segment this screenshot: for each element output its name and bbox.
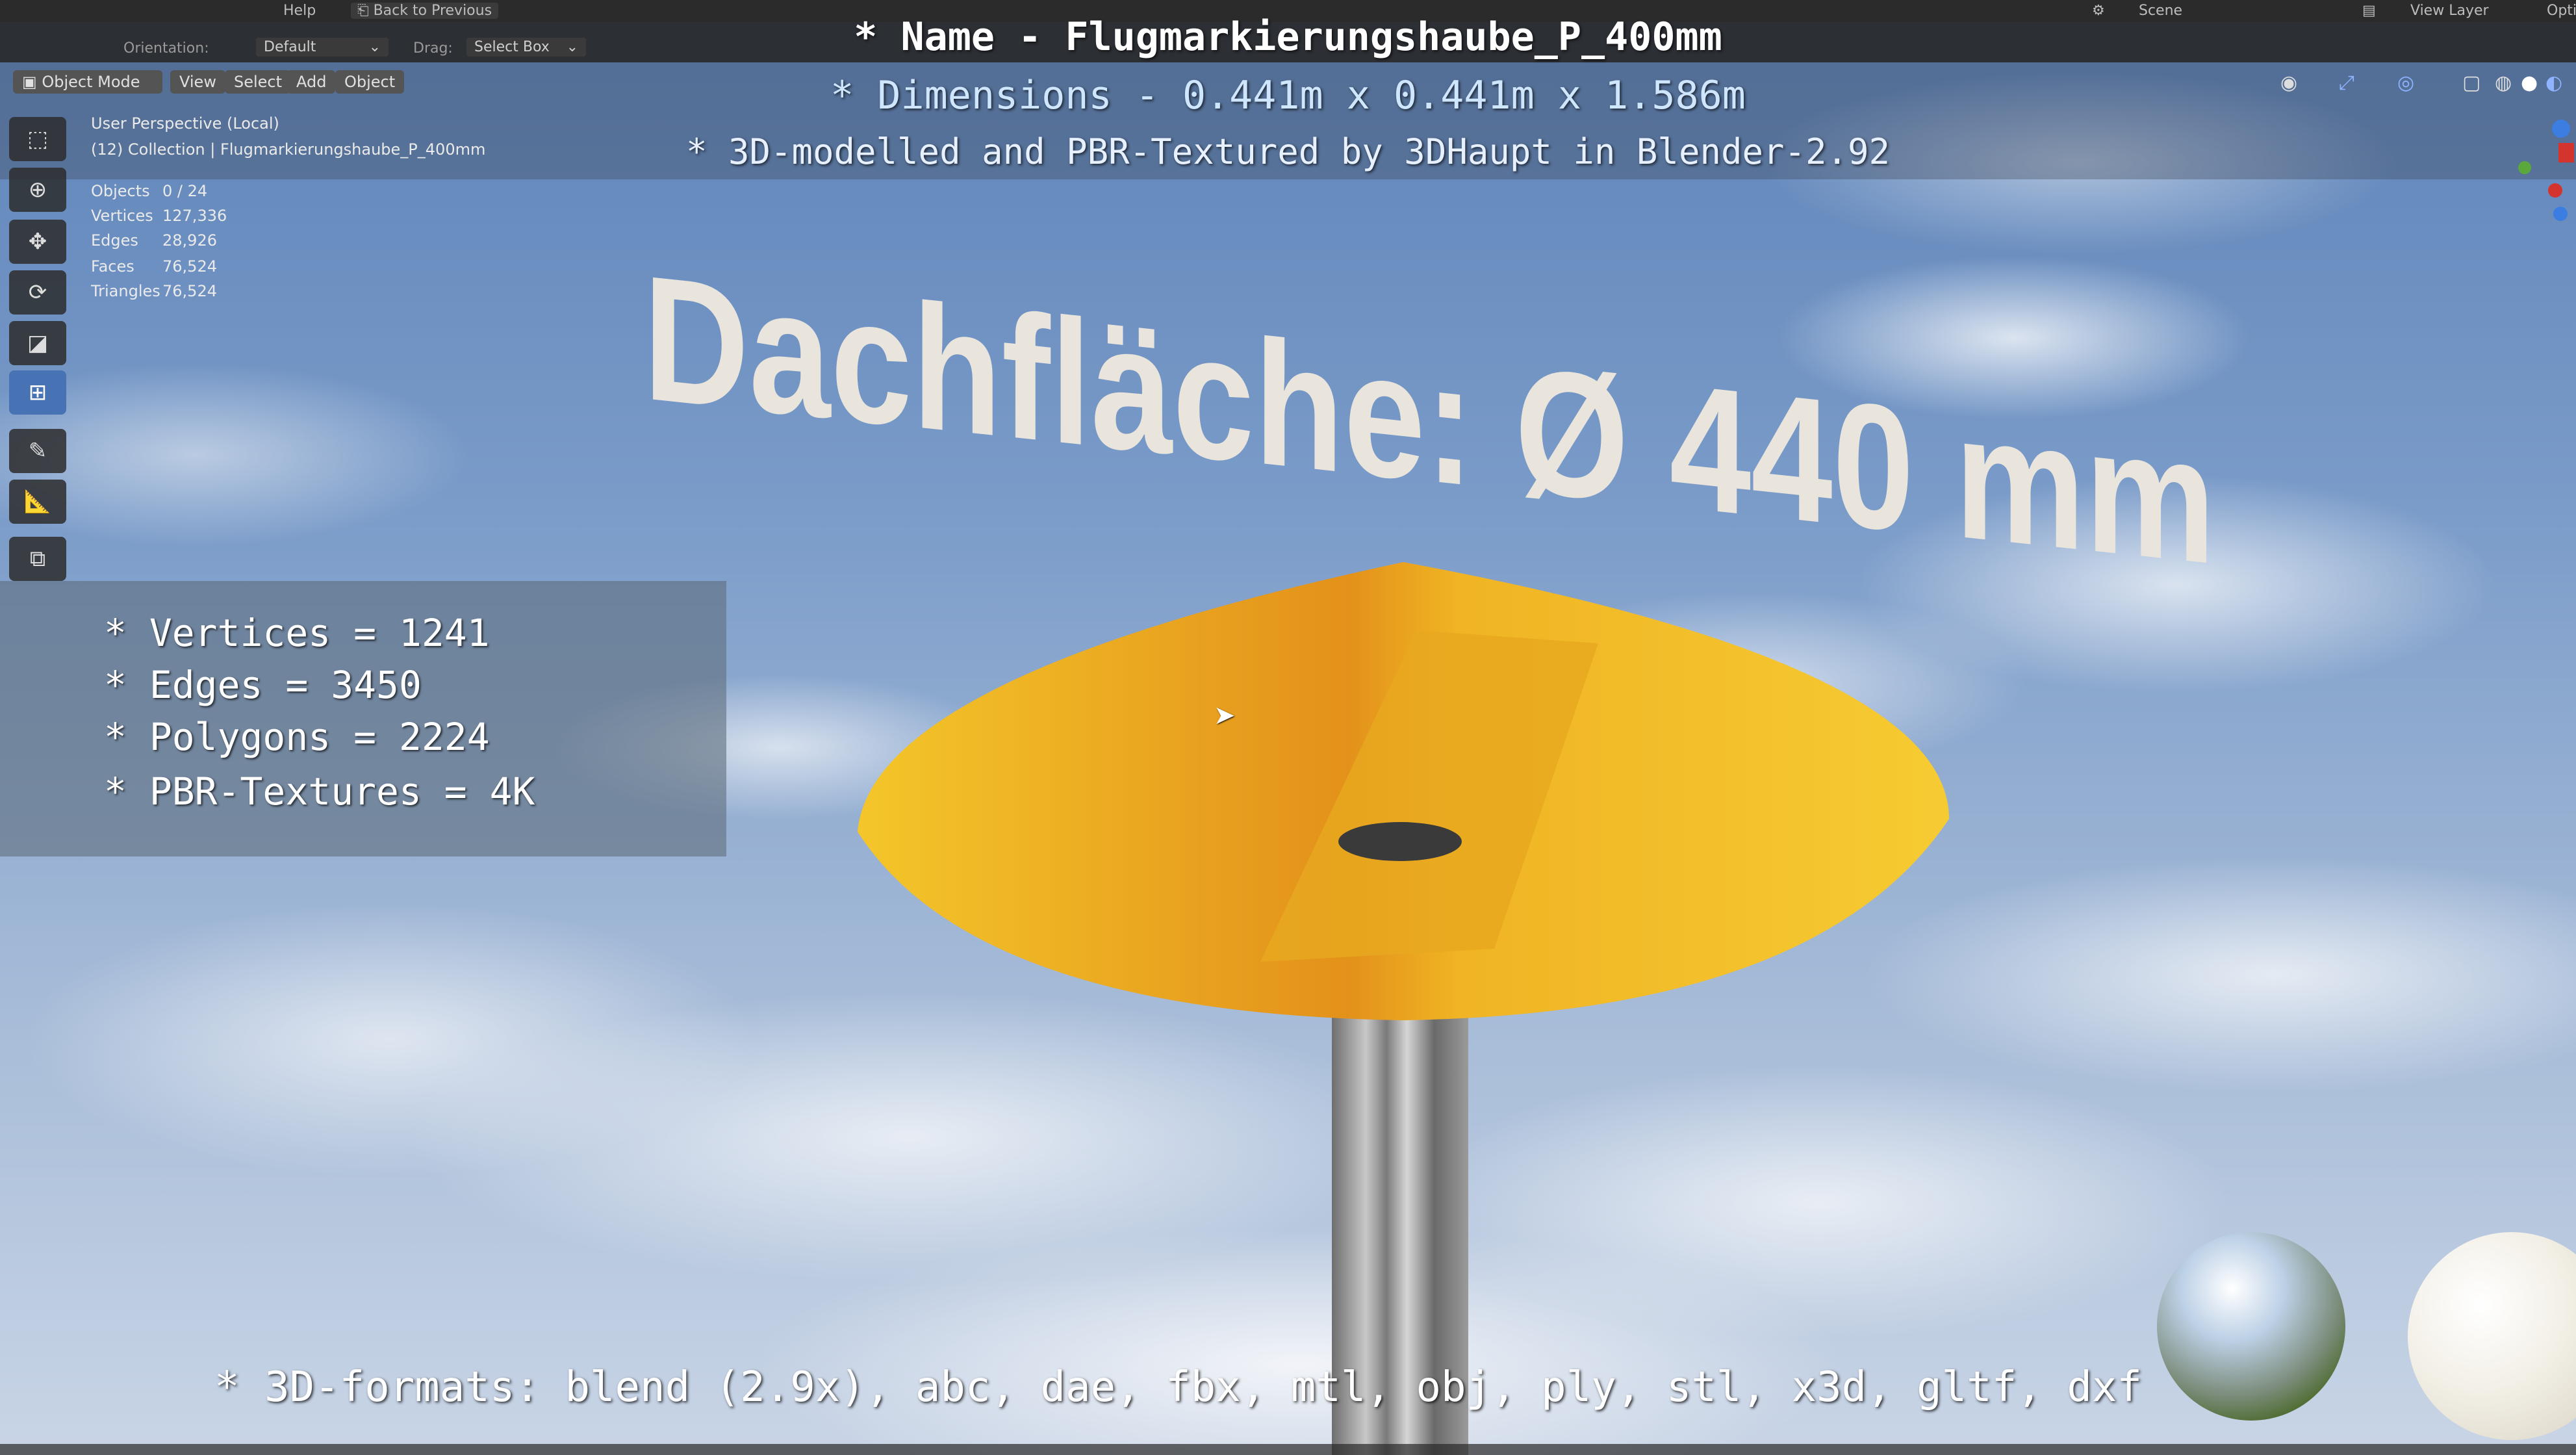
overlay-formats-line: * 3D-formats: blend (2.9x), abc, dae, fb… xyxy=(214,1363,2142,1411)
overlay-dimensions-line: * Dimensions - 0.441m x 0.441m x 1.586m xyxy=(830,73,1746,118)
cursor-icon: ⊕ xyxy=(28,177,47,203)
transform-icon: ⊞ xyxy=(28,380,47,406)
move-icon: ✥ xyxy=(28,229,47,255)
info-pbr-textures: * PBR-Textures = 4K xyxy=(104,769,535,814)
stat-vertices: Vertices 127,336 xyxy=(91,207,227,225)
left-toolbar: ⬚ ⊕ ✥ ⟳ ◪ ⊞ ✎ 📐 ⧉ xyxy=(9,117,69,585)
annotate-tool[interactable]: ✎ xyxy=(9,429,66,473)
info-vertices: * Vertices = 1241 xyxy=(104,611,490,655)
mouse-cursor-icon: ➤ xyxy=(1214,701,1236,730)
scale-icon: ◪ xyxy=(27,330,49,356)
scene-text-dachflaeche: Dachfläche: Ø 440 mm xyxy=(643,238,2215,572)
info-polygons: * Polygons = 2224 xyxy=(104,715,490,759)
annotate-icon: ✎ xyxy=(28,438,47,464)
transform-tool[interactable]: ⊞ xyxy=(9,370,66,415)
stat-faces: Faces 76,524 xyxy=(91,257,217,276)
overlay-name-line: * Name - Flugmarkierungshaube_P_400mm xyxy=(854,14,1722,60)
scene-3d-text: Dachfläche: Ø 440 mm xyxy=(643,238,2215,572)
measure-tool[interactable]: 📐 xyxy=(9,480,66,524)
move-tool[interactable]: ✥ xyxy=(9,220,66,264)
scale-tool[interactable]: ◪ xyxy=(9,321,66,365)
cursor-tool[interactable]: ⊕ xyxy=(9,168,66,212)
info-edges: * Edges = 3450 xyxy=(104,663,422,707)
stat-edges: Edges 28,926 xyxy=(91,231,217,250)
gizmo-negative-x[interactable] xyxy=(2548,183,2562,198)
pole-cap xyxy=(1338,822,1462,861)
add-cube-tool[interactable]: ⧉ xyxy=(9,537,66,581)
rotate-tool[interactable]: ⟳ xyxy=(9,270,66,315)
hood-model[interactable] xyxy=(845,546,1962,1455)
add-cube-icon: ⧉ xyxy=(29,546,46,572)
status-bar xyxy=(0,1444,2576,1455)
measure-icon: 📐 xyxy=(23,489,52,515)
overlay-credit-line: * 3D-modelled and PBR-Textured by 3DHaup… xyxy=(685,131,1891,172)
stat-triangles: Triangles 76,524 xyxy=(91,282,217,300)
rotate-icon: ⟳ xyxy=(28,279,47,305)
stat-objects: Objects 0 / 24 xyxy=(91,182,208,200)
hdri-preview-sphere xyxy=(2157,1232,2345,1421)
gizmo-negative-z[interactable] xyxy=(2553,207,2568,221)
